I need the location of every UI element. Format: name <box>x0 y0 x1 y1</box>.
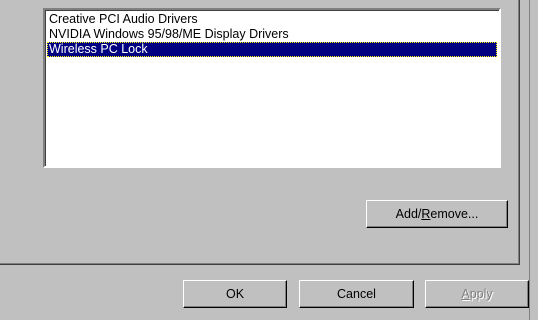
list-item[interactable]: Creative PCI Audio Drivers <box>47 12 497 27</box>
cancel-label: Cancel <box>337 287 376 301</box>
ok-button[interactable]: OK <box>183 280 287 308</box>
programs-listbox[interactable]: Creative PCI Audio Drivers NVIDIA Window… <box>43 8 501 168</box>
apply-button[interactable]: Apply <box>425 280 529 308</box>
window-right-edge <box>529 0 538 320</box>
add-remove-label-start: Add/ <box>395 207 422 221</box>
list-item-selected[interactable]: Wireless PC Lock <box>47 42 497 57</box>
cancel-button[interactable]: Cancel <box>299 280 414 308</box>
apply-accelerator: A <box>461 287 470 301</box>
apply-label-end: pply <box>469 287 493 301</box>
ok-label: OK <box>225 287 245 301</box>
tab-panel: Creative PCI Audio Drivers NVIDIA Window… <box>0 0 520 265</box>
list-item[interactable]: NVIDIA Windows 95/98/ME Display Drivers <box>47 27 497 42</box>
add-remove-label-end: emove... <box>430 207 479 221</box>
add-remove-button[interactable]: Add/Remove... <box>366 200 508 228</box>
